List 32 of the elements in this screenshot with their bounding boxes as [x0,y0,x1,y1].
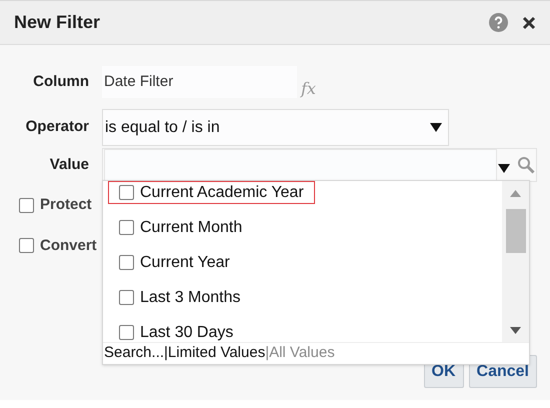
field-label: Value [48,155,89,175]
checkbox[interactable] [119,290,134,305]
dropdown-option[interactable]: Current Year [108,251,241,274]
close-icon[interactable] [522,16,536,30]
scroll-thumb[interactable] [506,209,526,253]
search-mode-link[interactable]: Search... [104,342,164,365]
column-field: Date Filter [102,66,297,98]
checkbox[interactable] [19,198,34,213]
dropdown-option[interactable]: Last 3 Months [108,286,252,309]
search-mode-link[interactable]: |Limited Values [164,342,266,365]
scroll-down-icon[interactable] [510,327,521,334]
dropdown-option[interactable]: Current Month [108,216,254,239]
checkbox[interactable] [19,238,34,254]
scroll-up-icon[interactable] [510,190,521,197]
dialog-title: New Filter [14,11,102,34]
checkbox-label: Convert [40,236,97,256]
checkbox[interactable] [119,220,134,235]
dropdown-option[interactable]: Current Academic Year [108,181,315,204]
checkbox-label: Protect [40,195,92,215]
field-label: Operator [24,117,89,138]
search-icon[interactable] [517,156,535,174]
operator-dropdown[interactable]: is equal to / is in [102,109,449,146]
checkbox[interactable] [119,255,134,270]
checkbox[interactable] [119,325,134,340]
value-field[interactable] [102,148,537,182]
caret-icon [430,123,442,132]
caret-icon[interactable] [498,164,510,172]
checkbox[interactable] [119,185,134,200]
field-label: Column [32,72,89,92]
dropdown-option[interactable]: Last 30 Days [108,321,244,342]
scrollbar[interactable] [502,181,529,342]
help-icon[interactable] [489,13,508,32]
